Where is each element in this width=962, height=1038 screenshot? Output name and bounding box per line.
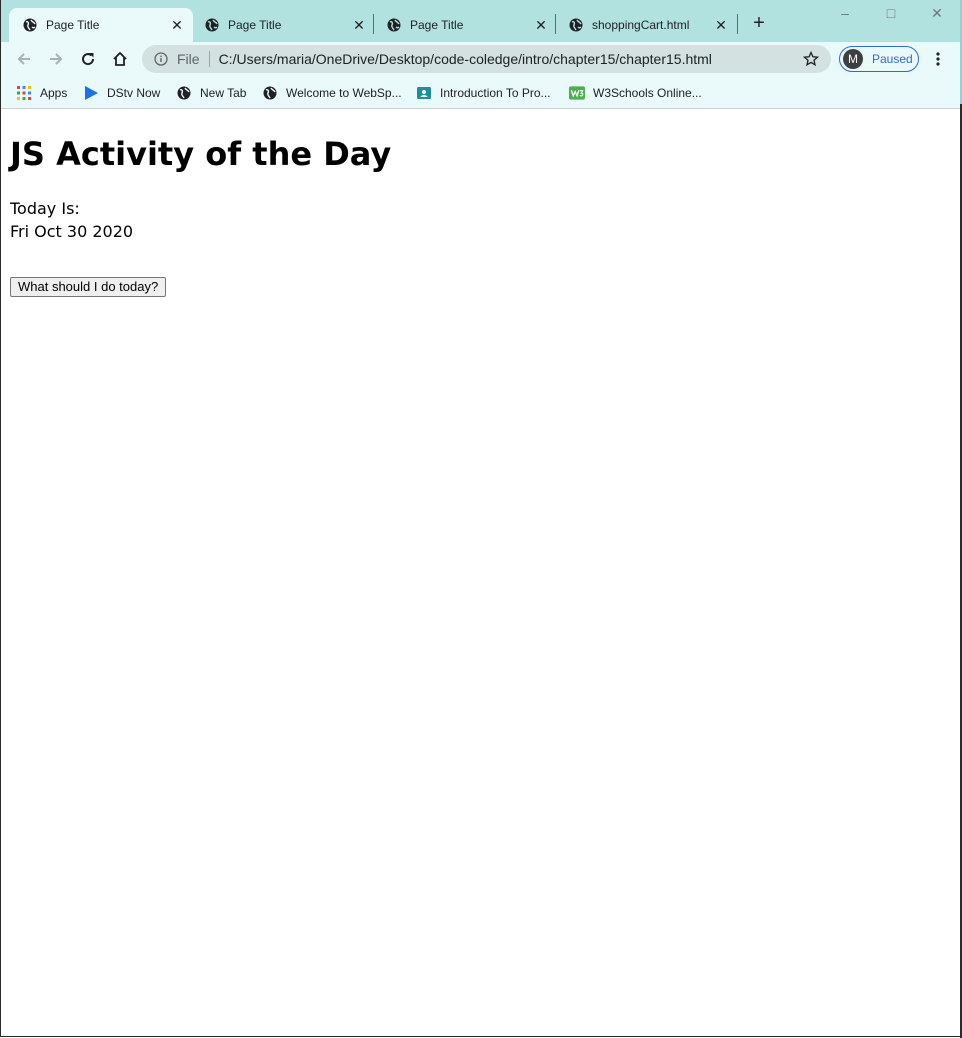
maximize-button[interactable]: □ bbox=[871, 2, 911, 26]
bookmark-label: W3Schools Online... bbox=[593, 86, 702, 100]
arrow-left-icon bbox=[17, 53, 30, 65]
omnibox-divider bbox=[208, 51, 210, 67]
bookmark-new-tab[interactable]: New Tab bbox=[176, 83, 246, 103]
tab-close-icon[interactable]: ✕ bbox=[169, 17, 185, 34]
home-button[interactable] bbox=[107, 46, 133, 72]
play-icon bbox=[83, 85, 99, 101]
new-tab-button[interactable]: + bbox=[747, 12, 771, 36]
globe-icon bbox=[569, 18, 583, 32]
page-heading: JS Activity of the Day bbox=[10, 135, 392, 173]
bookmark-label: DStv Now bbox=[107, 86, 161, 100]
today-date: Fri Oct 30 2020 bbox=[10, 222, 134, 241]
globe-icon bbox=[262, 85, 278, 101]
tab-title: shoppingCart.html bbox=[592, 18, 690, 32]
bookmark-introduction-to-programming[interactable]: Introduction To Pro... bbox=[416, 83, 551, 103]
apps-grid-icon bbox=[16, 85, 32, 101]
globe-icon bbox=[23, 18, 37, 32]
bookmark-welcome-webspace[interactable]: Welcome to WebSp... bbox=[262, 83, 402, 103]
bookmark-w3schools[interactable]: W3Schools Online... bbox=[569, 83, 702, 103]
page-content: JS Activity of the Day Today Is: Fri Oct… bbox=[1, 110, 961, 1036]
tab-4[interactable]: shoppingCart.html ✕ bbox=[555, 8, 737, 42]
window-close-button[interactable]: ✕ bbox=[917, 2, 957, 26]
tab-strip: Page Title ✕ Page Title ✕ Page Title ✕ s… bbox=[1, 0, 961, 42]
tab-close-icon[interactable]: ✕ bbox=[351, 17, 367, 34]
tab-title: Page Title bbox=[46, 18, 100, 32]
globe-icon bbox=[387, 18, 401, 32]
tab-close-icon[interactable]: ✕ bbox=[713, 17, 729, 34]
tab-2[interactable]: Page Title ✕ bbox=[191, 8, 375, 42]
info-icon[interactable] bbox=[153, 51, 169, 67]
tab-3[interactable]: Page Title ✕ bbox=[373, 8, 557, 42]
bookmark-label: Apps bbox=[40, 86, 68, 100]
more-vert-icon bbox=[936, 52, 940, 66]
profile-status: Paused bbox=[872, 52, 913, 66]
minimize-button[interactable]: – bbox=[825, 2, 865, 26]
tab-title: Page Title bbox=[410, 18, 464, 32]
menu-button[interactable] bbox=[929, 49, 947, 69]
back-button[interactable] bbox=[11, 46, 37, 72]
bookmark-label: New Tab bbox=[200, 86, 247, 100]
url-text[interactable]: C:/Users/maria/OneDrive/Desktop/code-col… bbox=[219, 51, 801, 67]
classroom-icon bbox=[416, 85, 432, 101]
arrow-right-icon bbox=[50, 53, 63, 65]
browser-window: Page Title ✕ Page Title ✕ Page Title ✕ s… bbox=[0, 0, 962, 1037]
bookmark-dstv-now[interactable]: DStv Now bbox=[83, 83, 160, 103]
bookmarks-bar: Apps DStv Now New Tab Welcome to WebSp..… bbox=[1, 77, 961, 109]
address-bar[interactable]: File C:/Users/maria/OneDrive/Desktop/cod… bbox=[142, 45, 831, 73]
globe-icon bbox=[176, 85, 192, 101]
forward-button[interactable] bbox=[43, 46, 69, 72]
profile-button[interactable]: M Paused bbox=[839, 46, 919, 72]
bookmark-label: Introduction To Pro... bbox=[440, 86, 551, 100]
browser-toolbar: File C:/Users/maria/OneDrive/Desktop/cod… bbox=[1, 42, 961, 77]
bookmark-star-icon[interactable] bbox=[801, 49, 821, 69]
bookmark-apps[interactable]: Apps bbox=[16, 83, 67, 103]
what-should-i-do-button[interactable]: What should I do today? bbox=[10, 277, 167, 297]
reload-button[interactable] bbox=[75, 46, 101, 72]
avatar: M bbox=[843, 49, 863, 69]
w3schools-icon bbox=[569, 85, 585, 101]
tab-separator bbox=[737, 14, 738, 34]
reload-icon bbox=[82, 53, 95, 66]
url-scheme-label: File bbox=[177, 51, 200, 67]
tab-close-icon[interactable]: ✕ bbox=[533, 17, 549, 34]
home-icon bbox=[113, 51, 127, 66]
globe-icon bbox=[205, 18, 219, 32]
today-label: Today Is: bbox=[10, 199, 80, 218]
bookmark-label: Welcome to WebSp... bbox=[286, 86, 402, 100]
tab-1[interactable]: Page Title ✕ bbox=[9, 8, 193, 42]
tab-title: Page Title bbox=[228, 18, 282, 32]
